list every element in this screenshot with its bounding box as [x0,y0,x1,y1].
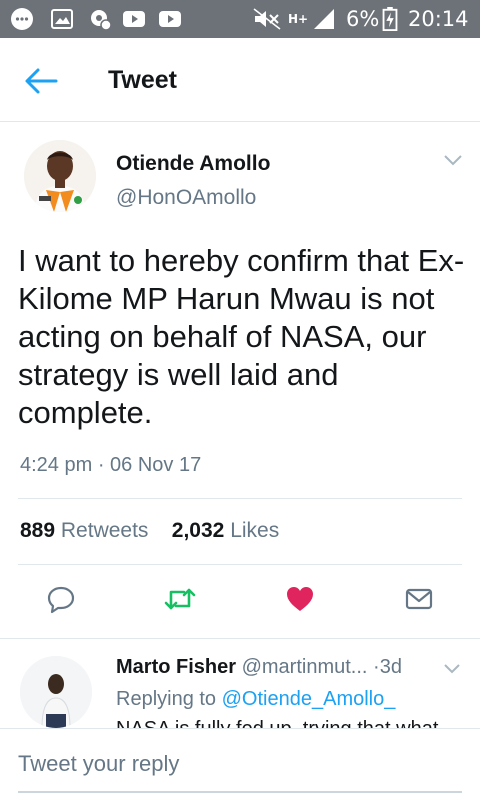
reply-header: Marto Fisher @martinmut... ·3d [116,656,402,679]
tweet-timestamp: 4:24 pm · 06 Nov 17 [20,454,202,476]
reply-author-handle[interactable]: @martinmut... [242,656,368,678]
clock: 20:14 [408,7,469,31]
divider [18,564,462,565]
chevron-down-icon[interactable] [442,662,462,676]
retweets-stat[interactable]: 889 Retweets [20,519,148,542]
like-heart-icon[interactable] [285,584,315,614]
tweet-stats: 889 Retweets 2,032 Likes [20,519,279,543]
reply-icon[interactable] [46,584,76,614]
back-arrow-icon[interactable] [24,66,58,96]
divider [18,498,462,499]
avatar-image [24,140,96,212]
reply-age: 3d [379,656,402,678]
likes-count: 2,032 [171,519,225,542]
youtube-icon [123,11,145,27]
retweets-count: 889 [20,519,56,542]
tweet-actions [0,572,480,628]
settings-notification-icon [91,10,112,31]
app-bar: Tweet [0,38,480,122]
replying-to-label: Replying to [116,688,217,710]
tweet-text: I want to hereby confirm that Ex-Kilome … [18,243,465,430]
reply-tweet[interactable]: Marto Fisher @martinmut... ·3d Replying … [0,640,480,728]
battery-charging-icon [382,7,398,31]
replying-to: Replying to @Otiende_Amollo_ [116,688,395,711]
separator-dot: · [373,656,380,678]
replying-to-handle[interactable]: @Otiende_Amollo_ [222,688,396,710]
likes-stat[interactable]: 2,032 Likes [172,519,279,542]
retweet-icon[interactable] [164,584,196,614]
avatar[interactable] [24,140,96,212]
author-handle[interactable]: @HonOAmollo [116,186,256,210]
youtube-icon [159,11,181,27]
reply-avatar-image [20,656,92,728]
divider [0,638,480,639]
battery-percent: 6% [346,7,380,31]
reply-input[interactable]: Tweet your reply [18,751,462,777]
avatar[interactable] [20,656,92,728]
page-title: Tweet [108,66,177,94]
author-name[interactable]: Otiende Amollo [116,152,270,176]
reply-text: NASA is fully fed up, trying that what [116,718,438,728]
chevron-down-icon[interactable] [442,152,464,168]
status-bar: H+ 6% 20:14 [0,0,480,38]
reply-composer: Tweet your reply [0,728,480,800]
signal-icon [314,9,334,29]
retweets-label: Retweets [60,519,149,542]
reply-author-name[interactable]: Marto Fisher [116,656,236,678]
input-underline [18,791,462,793]
mute-icon [253,8,281,30]
messenger-icon [11,8,33,30]
gallery-icon [51,9,73,29]
likes-label: Likes [230,519,280,542]
network-type: H+ [288,12,309,26]
direct-message-icon[interactable] [404,584,434,614]
